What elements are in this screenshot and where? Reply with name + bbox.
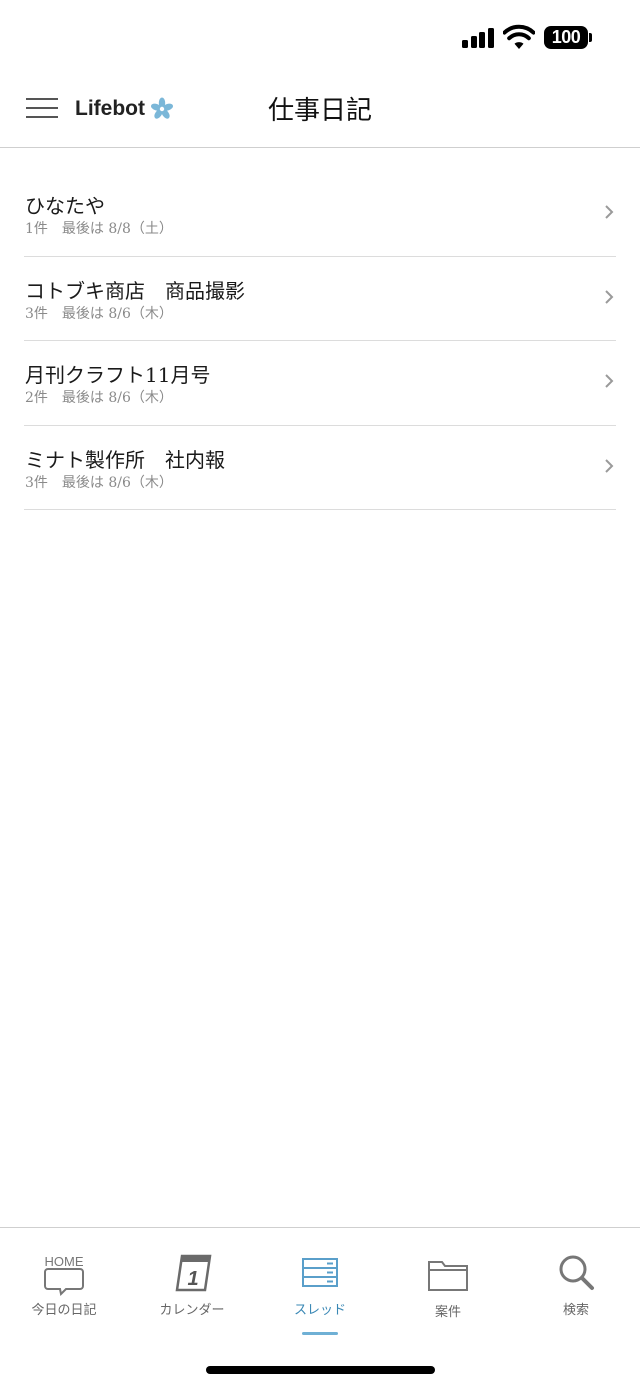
- thread-meta: 3件 最後は 8/6（木）: [25, 474, 173, 491]
- home-icon-text: HOME: [45, 1254, 84, 1269]
- wifi-icon: [503, 24, 535, 49]
- thread-meta: 2件 最後は 8/6（木）: [25, 390, 173, 406]
- calendar-icon: 1: [128, 1252, 256, 1296]
- home-indicator[interactable]: [206, 1366, 435, 1374]
- tab-projects[interactable]: 案件: [384, 1228, 512, 1338]
- battery-level: 100: [551, 27, 581, 47]
- thread-stack-icon: [256, 1252, 384, 1296]
- brand-logo[interactable]: Lifebot: [75, 94, 174, 124]
- chevron-right-icon: [605, 458, 614, 473]
- bottom-tab-bar: HOME 今日の日記 1 カレンダー スレッド 案件 検索: [0, 1227, 640, 1385]
- tab-threads[interactable]: スレッド: [256, 1228, 384, 1338]
- battery-icon: 100: [544, 26, 588, 49]
- tab-calendar[interactable]: 1 カレンダー: [128, 1228, 256, 1338]
- tab-home[interactable]: HOME 今日の日記: [0, 1228, 128, 1338]
- list-item[interactable]: ミナト製作所 社内報 3件 最後は 8/6（木）: [24, 426, 616, 510]
- chevron-right-icon: [605, 289, 614, 304]
- tab-label: 案件: [434, 1305, 461, 1320]
- tab-label: 今日の日記: [31, 1303, 97, 1318]
- thread-meta: 3件 最後は 8/6（木）: [25, 305, 173, 322]
- hamburger-menu-icon[interactable]: [26, 96, 58, 120]
- calendar-icon-text: 1: [187, 1268, 198, 1290]
- chevron-right-icon: [605, 205, 614, 219]
- brand-name: Lifebot: [75, 97, 145, 120]
- chevron-right-icon: [605, 374, 614, 388]
- app-header: Lifebot 仕事日記: [0, 76, 640, 148]
- list-item[interactable]: 月刊クラフト11月号 2件 最後は 8/6（木）: [24, 341, 616, 426]
- tab-label: スレッド: [293, 1303, 346, 1318]
- battery-tip: [589, 33, 592, 42]
- home-speech-bubble-icon: HOME: [0, 1252, 128, 1296]
- thread-title: 月刊クラフト11月号: [25, 363, 211, 387]
- folder-icon: [384, 1252, 512, 1296]
- thread-title: ひなたや: [25, 194, 105, 218]
- flower-icon: [150, 97, 174, 119]
- thread-list: ひなたや 1件 最後は 8/8（土） コトブキ商店 商品撮影 3件 最後は 8/…: [24, 172, 616, 510]
- list-item[interactable]: コトブキ商店 商品撮影 3件 最後は 8/6（木）: [24, 257, 616, 341]
- tab-search[interactable]: 検索: [512, 1228, 640, 1338]
- thread-title: ミナト製作所 社内報: [25, 447, 225, 472]
- tab-label: カレンダー: [159, 1303, 225, 1318]
- cellular-signal-icon: [462, 28, 494, 48]
- search-icon: [512, 1252, 640, 1296]
- active-tab-indicator: [302, 1332, 338, 1335]
- list-item[interactable]: ひなたや 1件 最後は 8/8（土）: [24, 172, 616, 257]
- tab-label: 検索: [562, 1303, 589, 1318]
- thread-title: コトブキ商店 商品撮影: [25, 278, 245, 303]
- thread-meta: 1件 最後は 8/8（土）: [25, 221, 173, 237]
- status-bar: 100: [0, 0, 640, 76]
